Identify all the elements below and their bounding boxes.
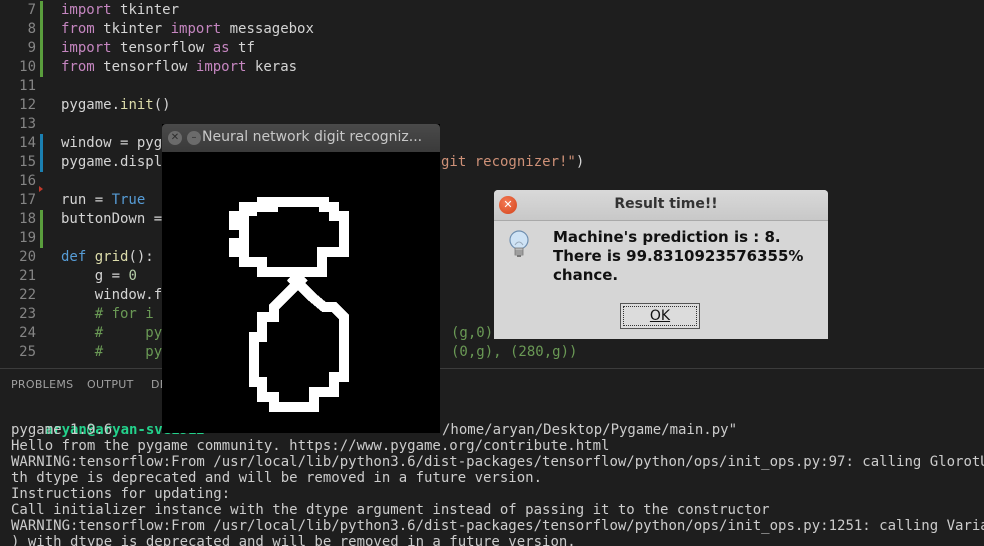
code-line[interactable]: 19 (0, 229, 984, 248)
terminal-line: WARNING:tensorflow:From /usr/local/lib/p… (11, 518, 984, 534)
code-text: def grid(): (61, 249, 154, 265)
digit-stroke-top-loop (229, 197, 349, 277)
tab-output[interactable]: OUTPUT (87, 378, 134, 391)
tab-problems[interactable]: PROBLEMS (11, 378, 73, 391)
line-number: 15 (19, 154, 36, 170)
code-line[interactable]: 14 window = pyg (0, 134, 984, 153)
line-number: 10 (19, 59, 36, 75)
git-change-marker (40, 153, 43, 172)
code-line[interactable]: 8 from tkinter import messagebox (0, 20, 984, 39)
line-number: 11 (19, 78, 36, 94)
code-line[interactable]: 18 buttonDown = (0, 210, 984, 229)
code-text: # for i (61, 306, 154, 322)
git-change-marker (40, 229, 43, 248)
code-line[interactable]: 21 g = 0 (0, 267, 984, 286)
code-line[interactable]: 23 # for i (0, 305, 984, 324)
line-number: 13 (19, 116, 36, 132)
dialog-title: Result time!! (614, 196, 718, 212)
minimize-icon[interactable]: – (187, 131, 201, 145)
dialog-message-line: There is 99.8310923576355% (553, 247, 804, 265)
line-number: 22 (19, 287, 36, 303)
code-line[interactable]: 24 # py (g,0) (0, 324, 984, 343)
code-text: window.f (61, 287, 163, 303)
line-number: 17 (19, 192, 36, 208)
code-text: # py (61, 344, 163, 360)
code-editor[interactable]: 7 import tkinter 8 from tkinter import mess… (0, 0, 984, 368)
result-dialog[interactable]: ✕ Result time!! Machine's prediction is … (494, 190, 828, 339)
code-text: buttonDown = (61, 211, 163, 227)
code-line[interactable]: 10 from tensorflow import keras (0, 58, 984, 77)
code-line[interactable]: 12 pygame.init() (0, 96, 984, 115)
line-number: 24 (19, 325, 36, 341)
line-number: 23 (19, 306, 36, 322)
code-text: pygame.displ (61, 154, 163, 170)
code-line[interactable]: 16 (0, 172, 984, 191)
pygame-window[interactable]: ✕ – Neural network digit recogniz... (162, 124, 440, 433)
line-number: 12 (19, 97, 36, 113)
code-line[interactable]: 20 def grid(): (0, 248, 984, 267)
code-line[interactable]: 13 (0, 115, 984, 134)
code-line[interactable]: 17 run = True (0, 191, 984, 210)
line-number: 18 (19, 211, 36, 227)
ok-button[interactable]: OK (620, 303, 700, 329)
ok-button-focus-ring (623, 306, 697, 326)
code-text: g = 0 (61, 268, 137, 284)
code-text: import tensorflow as tf (61, 40, 255, 56)
terminal-panel: PROBLEMS OUTPUT DE aryan@aryan-sve1512/h… (0, 368, 984, 546)
code-text-tail: git recognizer!") (441, 154, 585, 170)
digit-stroke-bottom-loop (249, 273, 349, 412)
code-line[interactable]: 9 import tensorflow as tf (0, 39, 984, 58)
git-change-marker (40, 1, 43, 20)
line-number: 9 (27, 40, 36, 56)
terminal-command-tail: /home/aryan/Desktop/Pygame/main.py" (442, 422, 738, 438)
code-line[interactable]: 7 import tkinter (0, 1, 984, 20)
terminal-line: WARNING:tensorflow:From /usr/local/lib/p… (11, 454, 984, 470)
line-number: 7 (27, 2, 36, 18)
code-text-tail: (g,0) (451, 325, 494, 341)
close-icon[interactable]: ✕ (168, 131, 182, 145)
code-line[interactable]: 22 window.f (0, 286, 984, 305)
terminal-line: pygame 1.9.6 (11, 422, 113, 438)
git-change-marker (40, 20, 43, 39)
code-text-tail: (0,g), (280,g)) (451, 344, 578, 360)
git-change-marker (40, 39, 43, 58)
line-number: 20 (19, 249, 36, 265)
line-number: 16 (19, 173, 36, 189)
code-text: # py (61, 325, 163, 341)
git-change-marker (40, 58, 43, 77)
line-number: 21 (19, 268, 36, 284)
dialog-message: Machine's prediction is : 8. There is 99… (553, 228, 823, 285)
dialog-message-line: Machine's prediction is : 8. (553, 228, 781, 246)
terminal-line: Instructions for updating: (11, 486, 231, 502)
git-change-marker (40, 210, 43, 229)
lightbulb-icon (509, 230, 529, 257)
line-number: 25 (19, 344, 36, 360)
code-line[interactable]: 25 # py (0,g), (280,g)) (0, 343, 984, 362)
line-number: 14 (19, 135, 36, 151)
code-text: from tensorflow import keras (61, 59, 298, 75)
pygame-window-title: Neural network digit recogniz... (202, 129, 423, 145)
code-text: window = pyg (61, 135, 163, 151)
pygame-titlebar[interactable]: ✕ – Neural network digit recogniz... (162, 124, 440, 152)
dialog-message-line: chance. (553, 266, 619, 284)
code-text: pygame.init() (61, 97, 171, 113)
terminal-line: Hello from the pygame community. https:/… (11, 438, 610, 454)
git-change-marker (40, 134, 43, 153)
code-text: import tkinter (61, 2, 180, 18)
breakpoint-marker (39, 186, 43, 192)
code-text: run = True (61, 192, 146, 208)
code-line[interactable]: 11 (0, 77, 984, 96)
terminal-line: Call initializer instance with the dtype… (11, 502, 770, 518)
terminal-line: th dtype is deprecated and will be remov… (11, 470, 543, 486)
line-number: 19 (19, 230, 36, 246)
code-text: from tkinter import messagebox (61, 21, 314, 37)
code-line[interactable]: 15 pygame.displ git recognizer!") (0, 153, 984, 172)
terminal-line: ) with dtype is deprecated and will be r… (11, 534, 576, 546)
dialog-titlebar[interactable]: ✕ Result time!! (494, 190, 828, 221)
drawing-canvas[interactable] (162, 152, 440, 433)
line-number: 8 (27, 21, 36, 37)
